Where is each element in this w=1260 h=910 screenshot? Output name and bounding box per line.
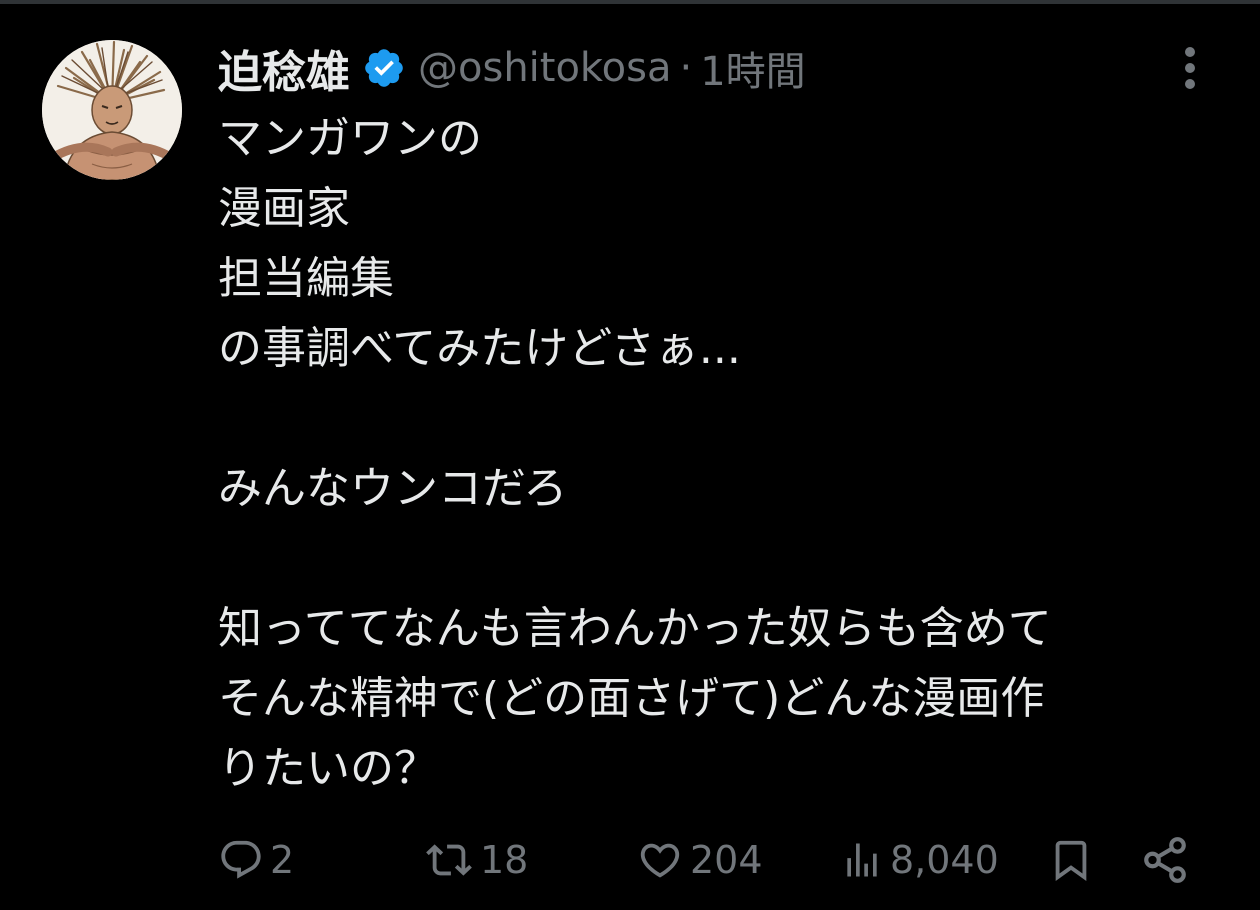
repost-icon (426, 844, 472, 876)
like-count: 204 (690, 838, 763, 882)
author-handle[interactable]: @oshitokosa (418, 45, 672, 91)
avatar[interactable] (42, 40, 182, 180)
tweet-text-line: 知っててなんも言わんかった奴らも含めて (218, 603, 1052, 654)
bookmark-button[interactable] (1048, 830, 1094, 890)
reply-button[interactable]: 2 (218, 830, 294, 890)
share-button[interactable] (1140, 830, 1190, 890)
more-options-icon[interactable] (1166, 42, 1214, 94)
views-button[interactable]: 8,040 (840, 830, 999, 890)
views-count: 8,040 (890, 838, 999, 882)
tweet-text-line: そんな精神で(どの面さげて)どんな漫画作 (218, 673, 1045, 724)
timestamp[interactable]: 1時間 (700, 39, 805, 97)
action-bar: 2 18 204 8,040 (218, 830, 1198, 890)
separator-dot: · (679, 45, 693, 91)
share-icon (1144, 837, 1186, 883)
tweet-card[interactable]: 迫稔雄 @oshitokosa · 1時間 マンガワンの 漫画家 担当編集 の事… (0, 0, 1260, 910)
tweet-header: 迫稔雄 @oshitokosa · 1時間 (218, 36, 806, 100)
reply-icon (221, 840, 261, 879)
tweet-text-line: りたいの？ (218, 743, 438, 794)
bookmark-icon (1055, 840, 1087, 881)
tweet-text: マンガワンの 漫画家 担当編集 の事調べてみたけどさぁ... みんなウンコだろ … (218, 104, 1228, 804)
like-icon (640, 843, 680, 878)
tweet-text-line: 担当編集 (218, 253, 394, 304)
reply-count: 2 (270, 838, 295, 882)
verified-badge-icon[interactable] (362, 46, 406, 90)
tweet-text-line: の事調べてみたけどさぁ... (218, 323, 741, 374)
tweet-text-line: みんなウンコだろ (218, 463, 568, 514)
tweet-text-line: 漫画家 (218, 183, 350, 234)
repost-count: 18 (480, 838, 529, 882)
views-icon (847, 843, 877, 877)
like-button[interactable]: 204 (636, 830, 763, 890)
tweet-text-line: マンガワンの (218, 113, 482, 164)
author-display-name[interactable]: 迫稔雄 (218, 36, 350, 100)
repost-button[interactable]: 18 (424, 830, 528, 890)
